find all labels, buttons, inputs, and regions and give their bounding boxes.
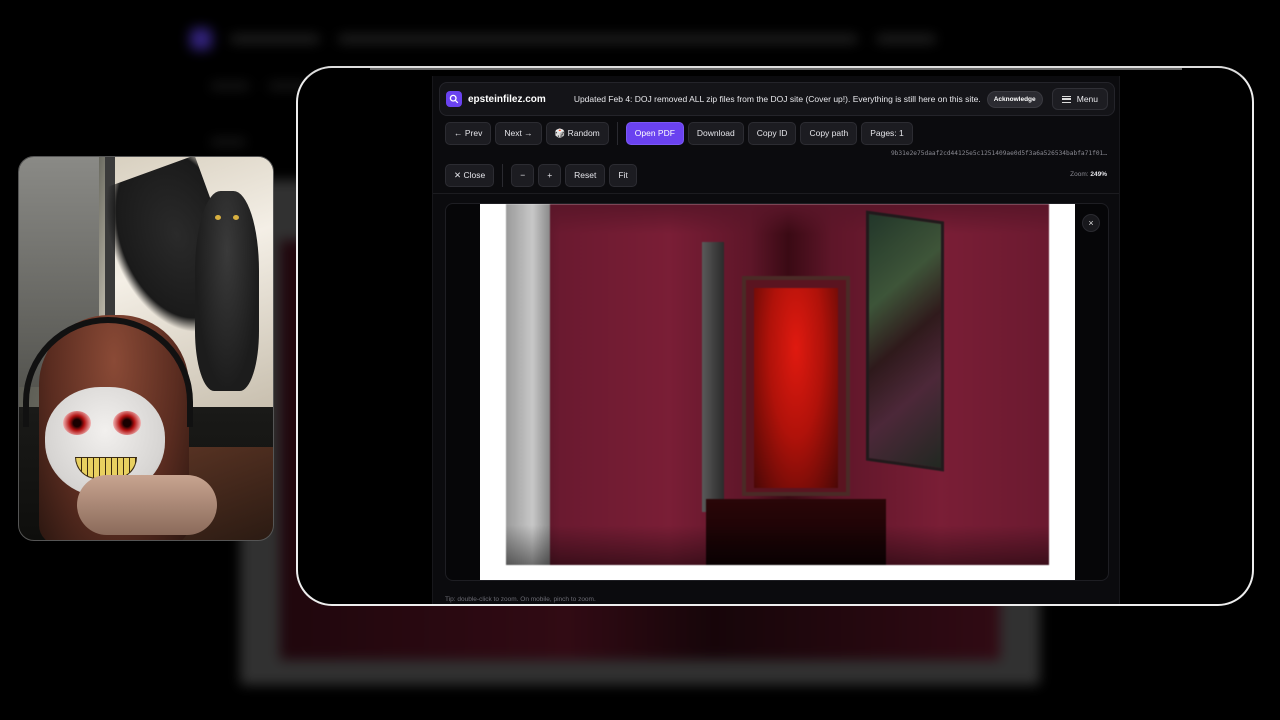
random-button[interactable]: 🎲 Random [545, 122, 609, 145]
zoom-indicator: Zoom: 249% [1070, 171, 1107, 178]
menu-label: Menu [1076, 94, 1098, 104]
bg-row [210, 82, 250, 90]
zoom-value: 249% [1090, 171, 1107, 178]
viewer-toolbar: ✕ Close − + Reset Fit [445, 164, 637, 187]
toolbar-divider [502, 164, 504, 187]
webcam-cat-eye [215, 215, 221, 220]
update-notice: Updated Feb 4: DOJ removed ALL zip files… [573, 94, 981, 104]
webcam-mask-eye [113, 411, 141, 435]
document-page [480, 204, 1075, 580]
search-icon-glyph [449, 94, 459, 104]
menu-button[interactable]: Menu [1051, 88, 1108, 110]
bg-notice-bar [338, 35, 858, 43]
photo-left-door [506, 204, 550, 565]
search-icon[interactable] [446, 91, 462, 107]
bg-header [190, 22, 1090, 56]
download-button[interactable]: Download [687, 122, 744, 145]
desktop-stage: epsteinfilez.com Updated Feb 4: DOJ remo… [0, 0, 1280, 720]
photo-red-door [754, 288, 838, 488]
copy-id-button[interactable]: Copy ID [747, 122, 797, 145]
screen-edge [370, 68, 1182, 70]
acknowledge-button[interactable]: Acknowledge [986, 90, 1043, 108]
webcam-cat-eye [233, 215, 239, 220]
pages-badge: Pages: 1 [861, 122, 913, 145]
zoom-tip: Tip: double-click to zoom. On mobile, pi… [445, 596, 596, 603]
photo-corridor-edge [702, 242, 724, 512]
photo-wall-painting [866, 210, 944, 472]
webcam-overlay [18, 156, 274, 541]
document-toolbar: ← Prev Next → 🎲 Random Open PDF Download… [445, 122, 913, 145]
site-brand[interactable]: epsteinfilez.com [468, 94, 546, 105]
divider [433, 193, 1119, 194]
reset-zoom-button[interactable]: Reset [565, 164, 606, 187]
browser-screen: epsteinfilez.com Updated Feb 4: DOJ remo… [296, 66, 1254, 606]
close-icon[interactable]: × [1082, 214, 1100, 232]
bg-logo-icon [190, 28, 212, 50]
next-button[interactable]: Next → [495, 122, 542, 145]
webcam-mask-eye [63, 411, 91, 435]
zoom-out-button[interactable]: − [511, 164, 535, 187]
prev-button[interactable]: ← Prev [445, 122, 492, 145]
photo-shadow [506, 525, 1049, 565]
webcam-cat [195, 191, 259, 391]
photo-ceiling [506, 204, 1049, 234]
bg-brand-bar [230, 35, 320, 43]
bg-row [210, 138, 246, 146]
app-window: epsteinfilez.com Updated Feb 4: DOJ remo… [432, 76, 1120, 604]
toolbar-divider [616, 122, 618, 145]
site-header: epsteinfilez.com Updated Feb 4: DOJ remo… [439, 82, 1115, 116]
copy-path-button[interactable]: Copy path [800, 122, 858, 145]
bg-ack-bar [876, 35, 936, 43]
zoom-label: Zoom: [1070, 171, 1089, 178]
close-button[interactable]: ✕ Close [445, 164, 495, 187]
zoom-in-button[interactable]: + [538, 164, 562, 187]
webcam-hand [77, 475, 217, 535]
document-viewer[interactable]: × [445, 203, 1109, 581]
file-hash: 9b31e2e75daaf2cd44125e5c1251409ae0d5f3a6… [890, 150, 1107, 157]
hallway-photo [506, 204, 1049, 565]
hamburger-icon [1061, 95, 1071, 103]
open-pdf-button[interactable]: Open PDF [625, 122, 684, 145]
fit-button[interactable]: Fit [609, 164, 637, 187]
